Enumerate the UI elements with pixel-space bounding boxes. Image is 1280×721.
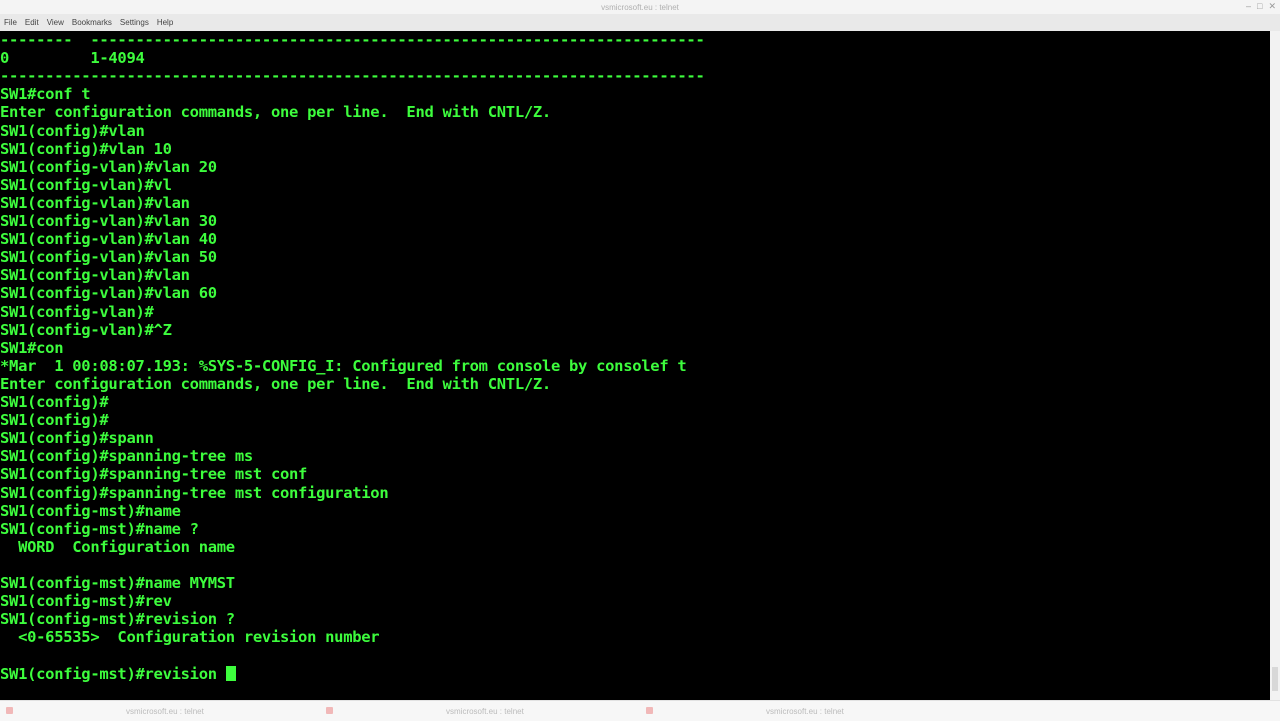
menu-bookmarks[interactable]: Bookmarks <box>72 18 112 27</box>
terminal-line: SW1(config)#spanning-tree ms <box>0 447 253 466</box>
terminal-line: <0-65535> Configuration revision number <box>0 628 380 647</box>
terminal-line: SW1(config-vlan)#vlan <box>0 266 190 285</box>
terminal-icon <box>646 707 653 714</box>
window-titlebar: vsmicrosoft.eu : telnet – □ ✕ <box>0 0 1280 14</box>
scrollbar-thumb[interactable] <box>1272 667 1278 691</box>
menu-view[interactable]: View <box>47 18 64 27</box>
terminal-line: SW1(config-vlan)# <box>0 302 154 321</box>
terminal-line: SW1(config-vlan)#vlan 20 <box>0 157 217 176</box>
maximize-icon[interactable]: □ <box>1257 1 1262 12</box>
menu-file[interactable]: File <box>4 18 17 27</box>
terminal-line: SW1(config)#vlan <box>0 121 145 140</box>
terminal-line: SW1(config-vlan)#vlan <box>0 193 190 212</box>
minimize-icon[interactable]: – <box>1246 1 1251 12</box>
taskbar-item[interactable]: vsmicrosoft.eu : telnet <box>766 707 844 716</box>
taskbar-item[interactable]: vsmicrosoft.eu : telnet <box>126 707 204 716</box>
terminal-line: ----------------------------------------… <box>0 67 705 86</box>
terminal-line: Enter configuration commands, one per li… <box>0 374 551 393</box>
terminal-line: 0 1-4094 <box>0 49 145 68</box>
window-controls: – □ ✕ <box>1246 1 1276 12</box>
terminal-line: SW1(config)# <box>0 393 109 411</box>
terminal-line: SW1(config)#spanning-tree mst conf <box>0 465 308 484</box>
terminal-output[interactable]: -------- -------------------------------… <box>0 31 1270 700</box>
terminal-line: SW1(config-mst)#revision <box>0 665 236 683</box>
close-icon[interactable]: ✕ <box>1268 1 1276 12</box>
taskbar-item[interactable] <box>6 707 13 714</box>
terminal-line: SW1(config-mst)#name ? <box>0 519 199 538</box>
taskbar: vsmicrosoft.eu : telnet vsmicrosoft.eu :… <box>0 700 1280 721</box>
terminal-line: SW1(config)#spann <box>0 429 154 448</box>
taskbar-item[interactable] <box>646 707 653 714</box>
taskbar-item-label: vsmicrosoft.eu : telnet <box>766 707 844 716</box>
taskbar-item-label: vsmicrosoft.eu : telnet <box>446 707 524 716</box>
terminal-line: SW1(config)# <box>0 411 109 430</box>
terminal-line: -------- -------------------------------… <box>0 31 705 49</box>
menu-edit[interactable]: Edit <box>25 18 39 27</box>
taskbar-item[interactable] <box>326 707 333 714</box>
terminal-line: SW1#con <box>0 338 64 357</box>
terminal-line: SW1(config-mst)#name MYMST <box>0 574 235 592</box>
terminal-scrollbar[interactable] <box>1270 31 1280 700</box>
terminal-line: SW1(config-vlan)#vlan 60 <box>0 284 217 303</box>
menu-help[interactable]: Help <box>157 18 173 27</box>
terminal-line: *Mar 1 00:08:07.193: %SYS-5-CONFIG_I: Co… <box>0 356 687 375</box>
terminal-line: SW1(config-mst)#revision ? <box>0 610 235 629</box>
terminal-line: SW1(config-vlan)#vlan 40 <box>0 230 217 249</box>
taskbar-item[interactable]: vsmicrosoft.eu : telnet <box>446 707 524 716</box>
terminal-line: SW1(config)#vlan 10 <box>0 139 172 158</box>
menu-bar: File Edit View Bookmarks Settings Help <box>0 14 1280 32</box>
terminal-line: SW1(config-vlan)#vl <box>0 175 172 194</box>
terminal-line: SW1(config-vlan)#^Z <box>0 320 172 339</box>
terminal-line: SW1(config-vlan)#vlan 50 <box>0 248 217 267</box>
terminal-line: SW1(config-mst)#rev <box>0 592 172 611</box>
terminal-icon <box>6 707 13 714</box>
terminal-icon <box>326 707 333 714</box>
terminal-line: SW1#conf t <box>0 85 91 104</box>
menu-settings[interactable]: Settings <box>120 18 149 27</box>
taskbar-item-label: vsmicrosoft.eu : telnet <box>126 707 204 716</box>
terminal-line: SW1(config-vlan)#vlan 30 <box>0 212 217 230</box>
terminal-line: SW1(config-mst)#name <box>0 501 181 520</box>
terminal-cursor <box>225 665 236 681</box>
terminal-line: SW1(config)#spanning-tree mst configurat… <box>0 483 389 502</box>
window-title: vsmicrosoft.eu : telnet <box>601 3 679 12</box>
terminal-line: WORD Configuration name <box>0 537 235 556</box>
terminal-line: Enter configuration commands, one per li… <box>0 103 551 122</box>
